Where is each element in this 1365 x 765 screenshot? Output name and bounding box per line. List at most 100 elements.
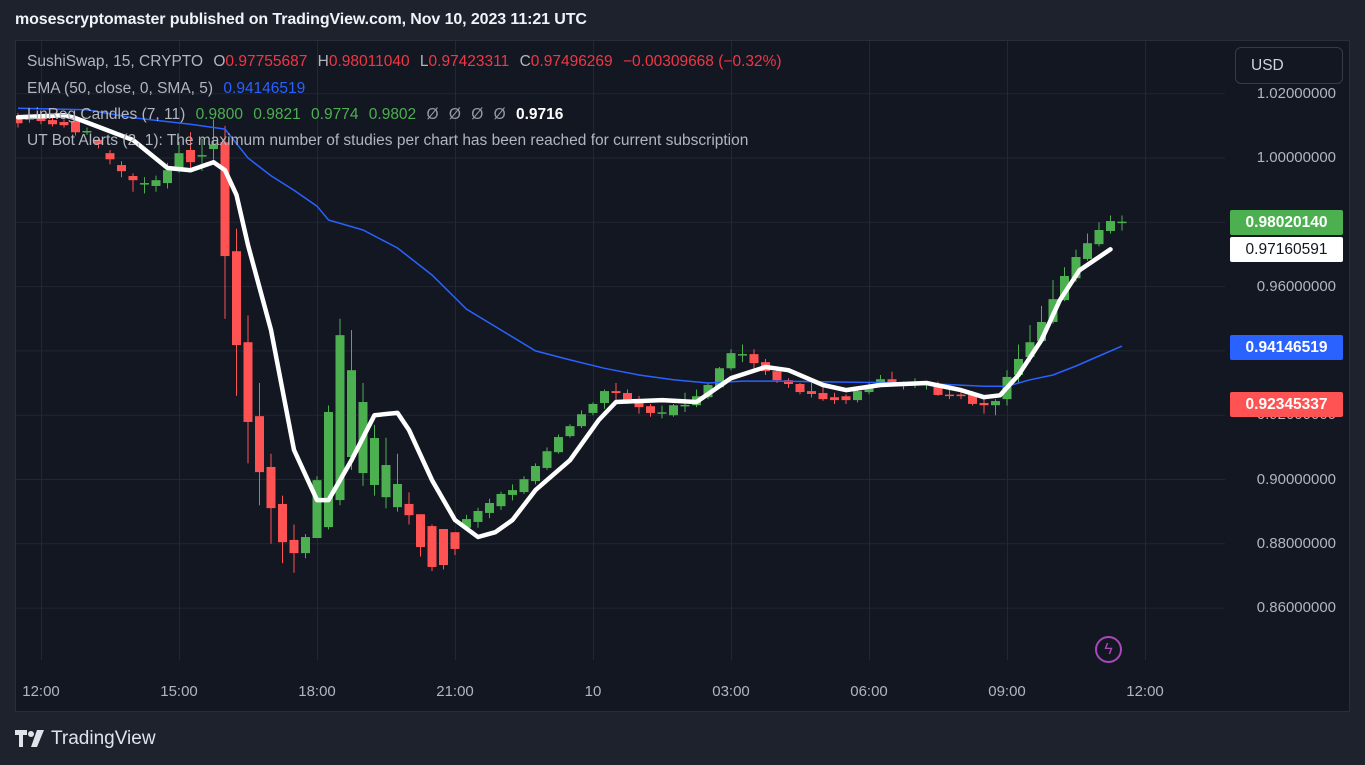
linreg-line: [16, 112, 1113, 540]
candle-body: [289, 539, 299, 554]
candle-body: [450, 532, 460, 549]
ema-label: EMA (50, close, 0, SMA, 5): [27, 80, 214, 97]
price-tick-label: 1.02000000: [1256, 84, 1336, 102]
tradingview-logo-icon: [15, 730, 44, 747]
candle: [1106, 215, 1115, 234]
candle-body: [232, 251, 241, 346]
candle: [657, 405, 667, 419]
candle: [427, 524, 437, 572]
candle-body: [554, 437, 563, 453]
candle-body: [565, 426, 575, 437]
candle: [416, 514, 425, 557]
candle: [393, 453, 402, 512]
candle-body: [680, 404, 690, 407]
candle: [508, 484, 517, 501]
linreg-value: 0.9802: [368, 106, 417, 123]
candle: [738, 344, 747, 363]
candle-body: [657, 412, 667, 414]
candle: [726, 349, 736, 371]
linreg-price-tag: 0.97160591: [1230, 237, 1343, 262]
candle: [565, 424, 575, 438]
candle-body: [830, 397, 839, 401]
linreg-empty: Ø: [471, 106, 484, 123]
candle-body: [324, 411, 333, 528]
candle-body: [404, 503, 414, 516]
candle-body: [818, 393, 828, 400]
time-tick-label: 06:00: [850, 683, 888, 700]
candle: [784, 378, 793, 388]
candle: [255, 383, 264, 506]
change-value: −0.00309668 (−0.32%): [622, 53, 782, 70]
low-value: 0.97423311: [428, 53, 510, 70]
candle: [1094, 222, 1104, 247]
candle-body: [186, 149, 195, 163]
candle: [991, 399, 1000, 416]
candle-body: [220, 142, 230, 257]
currency-button[interactable]: USD: [1235, 47, 1343, 84]
candle: [404, 492, 414, 525]
lightning-icon[interactable]: ϟ: [1095, 636, 1122, 663]
candle: [531, 463, 540, 485]
time-tick-label: 15:00: [160, 683, 198, 700]
utbot-label: UT Bot Alerts (2, 1): The maximum number…: [27, 132, 749, 149]
time-tick-label: 18:00: [298, 683, 336, 700]
candle: [749, 349, 759, 369]
candle-body: [508, 490, 517, 495]
price-tick-label: 0.86000000: [1256, 599, 1336, 617]
candle-body: [1106, 221, 1115, 231]
candle-body: [301, 537, 310, 554]
candle-body: [266, 466, 276, 509]
candle-body: [531, 465, 540, 482]
candle: [473, 507, 483, 528]
candle-body: [623, 393, 632, 401]
candle: [485, 498, 494, 519]
candle-body: [416, 514, 425, 548]
close-value: 0.97496269: [530, 53, 613, 70]
candle: [220, 125, 230, 319]
candle-body: [772, 371, 782, 381]
candle: [945, 389, 954, 400]
candle-body: [151, 180, 161, 186]
legend-linreg-row[interactable]: LinReg Candles (7, 11) 0.9800 0.9821 0.9…: [27, 106, 569, 124]
candle-body: [370, 438, 379, 485]
ema-price-tag: 0.94146519: [1230, 335, 1343, 360]
candle: [669, 403, 678, 417]
candle: [519, 476, 529, 494]
candle: [301, 534, 310, 559]
candle: [232, 228, 241, 396]
tradingview-logo[interactable]: TradingView: [15, 728, 156, 750]
candle-body: [163, 170, 172, 184]
linreg-value: 0.9800: [195, 106, 243, 123]
candle: [312, 476, 322, 539]
candle: [818, 386, 828, 401]
high-value: 0.98011040: [328, 53, 410, 70]
price-tick-label: 0.96000000: [1256, 277, 1336, 295]
candle-body: [197, 155, 207, 157]
time-tick-label: 09:00: [988, 683, 1026, 700]
candle: [266, 453, 276, 544]
candle-body: [243, 342, 253, 422]
candle: [117, 161, 126, 178]
legend-utbot-row[interactable]: UT Bot Alerts (2, 1): The maximum number…: [27, 132, 754, 150]
candle: [542, 447, 552, 470]
price-tick-label: 0.88000000: [1256, 534, 1336, 552]
candle: [634, 395, 644, 414]
candle-body: [381, 465, 391, 498]
candle-body: [991, 401, 1000, 406]
last-price-tag: 0.98020140: [1230, 210, 1343, 235]
candle: [611, 383, 621, 403]
candle-body: [807, 391, 816, 394]
linreg-empty: Ø: [426, 106, 439, 123]
candle-body: [485, 502, 494, 513]
candle-body: [427, 526, 437, 567]
time-tick-label: 12:00: [22, 683, 60, 700]
time-tick-label: 12:00: [1126, 683, 1164, 700]
candle-body: [278, 503, 287, 543]
candle-body: [588, 403, 598, 413]
linreg-label: LinReg Candles (7, 11): [27, 106, 186, 123]
candle-body: [945, 394, 954, 397]
candle-body: [473, 511, 483, 522]
candle: [381, 437, 391, 509]
candle-body: [117, 165, 126, 172]
legend-ema-row[interactable]: EMA (50, close, 0, SMA, 5) 0.94146519: [27, 80, 311, 98]
